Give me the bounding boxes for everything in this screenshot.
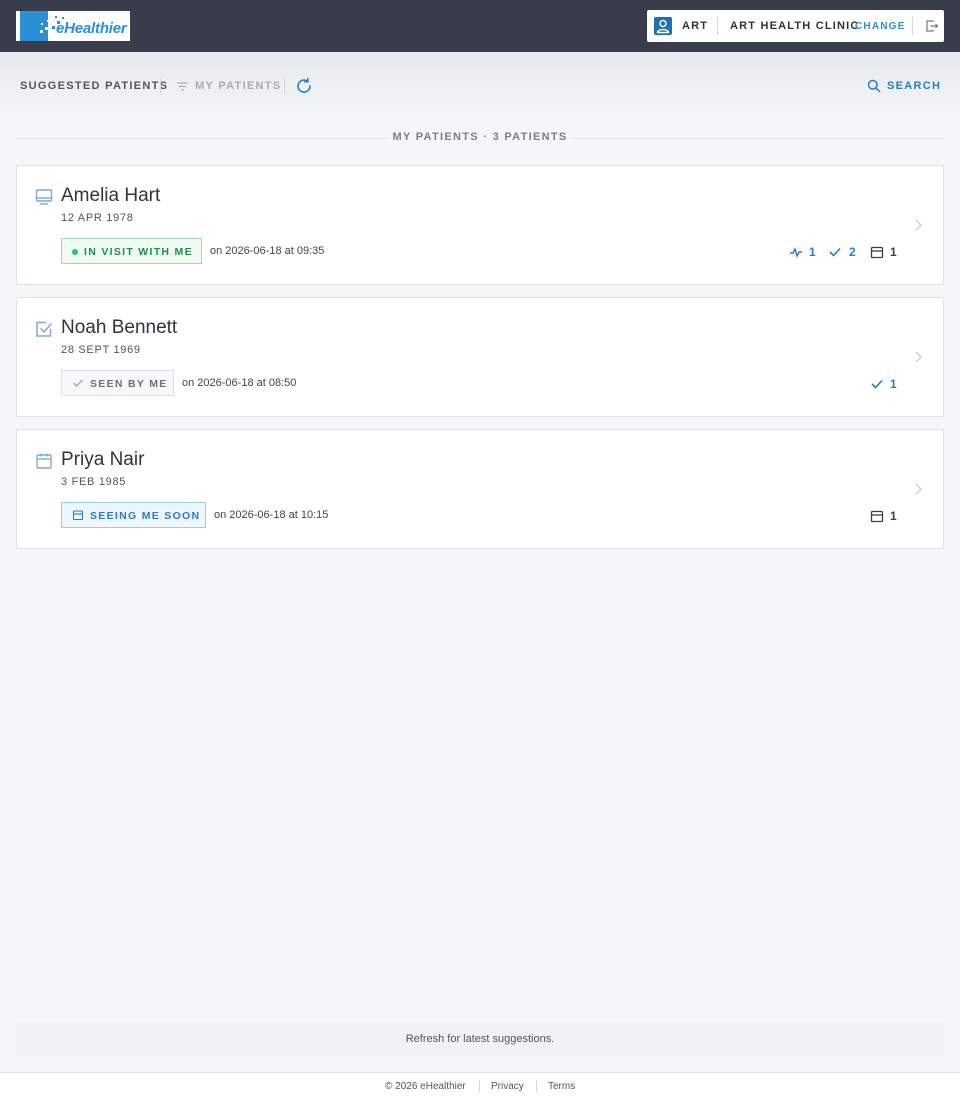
status-badge: SEEING ME SOON	[61, 502, 206, 528]
calendar-icon	[870, 246, 884, 259]
copyright: © 2026 eHealthier	[385, 1081, 466, 1092]
divider	[284, 78, 285, 94]
top-bar: eHealthier ART ART HEALTH CLINIC CHANGE	[0, 0, 960, 52]
logo[interactable]: eHealthier	[16, 11, 130, 41]
monitor-icon	[35, 189, 53, 205]
privacy-link[interactable]: Privacy	[491, 1081, 524, 1092]
calendar-icon	[870, 510, 884, 523]
filter-icon	[177, 82, 188, 91]
patient-card[interactable]: Priya Nair 3 FEB 1985 SEEING ME SOON on …	[16, 429, 944, 549]
status-label: IN VISIT WITH ME	[84, 246, 193, 258]
appointments-count: 1	[870, 245, 898, 259]
divider	[717, 17, 718, 35]
divider	[160, 78, 161, 94]
tasks-count: 2	[828, 245, 858, 259]
activity-count: 1	[789, 245, 817, 259]
terms-link[interactable]: Terms	[548, 1081, 575, 1092]
divider	[479, 1081, 480, 1092]
patient-name: Amelia Hart	[61, 185, 161, 206]
search-label: SEARCH	[887, 80, 942, 92]
tasks-count: 1	[870, 377, 898, 391]
status-badge: SEEN BY ME	[61, 370, 174, 396]
footer: © 2026 eHealthier Privacy Terms	[0, 1073, 960, 1100]
search-icon	[867, 79, 881, 93]
status-badge: IN VISIT WITH ME	[61, 238, 202, 264]
user-name: ART	[682, 20, 709, 32]
calendar-icon	[36, 453, 52, 469]
visit-time: on 2026-06-18 at 08:50	[182, 377, 297, 389]
tab-my-patients-label: MY PATIENTS	[195, 80, 282, 92]
appointments-count: 1	[870, 509, 898, 523]
logout-icon[interactable]	[925, 19, 939, 33]
patient-card[interactable]: Noah Bennett 28 SEPT 1969 SEEN BY ME on …	[16, 297, 944, 417]
check-icon	[871, 379, 883, 389]
check-icon	[829, 247, 841, 257]
checkbox-icon	[36, 321, 53, 337]
user-icon	[654, 17, 672, 35]
chevron-right-icon	[915, 483, 922, 495]
patient-card[interactable]: Amelia Hart 12 APR 1978 IN VISIT WITH ME…	[16, 165, 944, 285]
status-dot-icon	[72, 249, 78, 255]
change-clinic-link[interactable]: CHANGE	[855, 21, 906, 32]
patient-name: Noah Bennett	[61, 317, 178, 338]
visit-time: on 2026-06-18 at 09:35	[210, 245, 325, 257]
section-title: MY PATIENTS · 3 PATIENTS	[388, 131, 572, 143]
refresh-notice: Refresh for latest suggestions.	[16, 1022, 944, 1056]
divider	[912, 17, 913, 35]
calendar-icon	[72, 510, 84, 521]
visit-time: on 2026-06-18 at 10:15	[214, 509, 329, 521]
patient-dob: 12 APR 1978	[61, 212, 134, 224]
patient-dob: 3 FEB 1985	[61, 476, 127, 488]
tab-suggested-patients[interactable]: SUGGESTED PATIENTS	[20, 80, 168, 92]
patient-dob: 28 SEPT 1969	[61, 344, 141, 356]
chevron-right-icon	[915, 351, 922, 363]
clinic-name: ART HEALTH CLINIC	[730, 20, 860, 32]
patient-name: Priya Nair	[61, 449, 145, 470]
refresh-icon[interactable]	[295, 77, 313, 95]
activity-icon	[790, 247, 802, 258]
toolbar: SUGGESTED PATIENTS MY PATIENTS SEARCH	[0, 52, 960, 118]
user-clinic-box: ART ART HEALTH CLINIC CHANGE	[647, 10, 944, 42]
check-icon	[73, 379, 83, 387]
status-label: SEEING ME SOON	[90, 510, 201, 522]
logo-text: eHealthier	[56, 20, 127, 37]
chevron-right-icon	[915, 219, 922, 231]
divider	[536, 1081, 537, 1092]
status-label: SEEN BY ME	[90, 378, 168, 390]
